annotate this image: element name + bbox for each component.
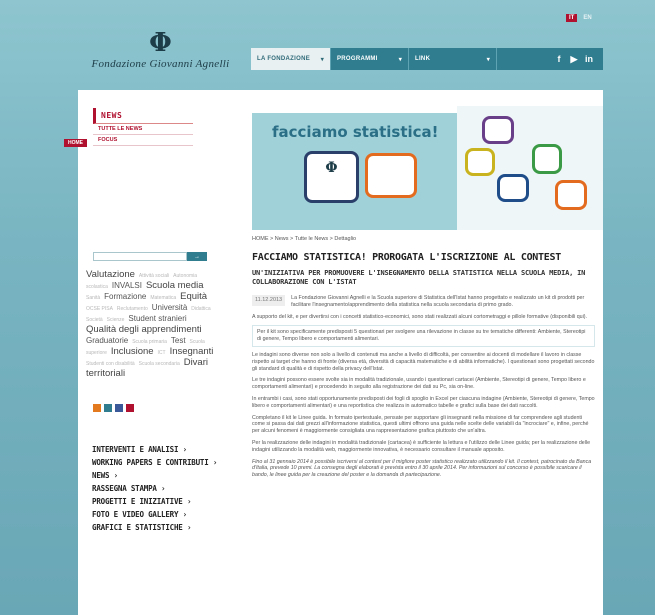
sidebar-menu: INTERVENTI E ANALISI › WORKING PAPERS E C…: [92, 443, 222, 534]
donut-icon: [555, 180, 587, 210]
sidebar-menu-item[interactable]: INTERVENTI E ANALISI ›: [92, 443, 222, 456]
page-title: FACCIAMO STATISTICA! PROROGATA L'ISCRIZI…: [252, 252, 561, 263]
tag-link[interactable]: ICT: [158, 350, 166, 356]
search-button[interactable]: →: [187, 252, 207, 261]
linkedin-icon[interactable]: in: [583, 53, 595, 65]
article-date: 11.12.2013: [252, 295, 286, 306]
sidebar-menu-item[interactable]: FOTO E VIDEO GALLERY ›: [92, 508, 222, 521]
news-section: NEWS TUTTE LE NEWS FOCUS: [93, 108, 193, 146]
share-icon[interactable]: [104, 404, 112, 412]
article-paragraph: Le indagini sono diverse non solo a live…: [252, 351, 595, 372]
nav-item-label: LINK: [415, 56, 431, 62]
article-paragraph: Per il kit sono specificamente predispos…: [252, 325, 595, 347]
news-link-all[interactable]: TUTTE LE NEWS: [93, 124, 193, 135]
youtube-icon[interactable]: ▶: [568, 53, 580, 65]
search-bar: →: [93, 252, 207, 261]
chart-icon: [482, 116, 514, 144]
tag-link[interactable]: Inclusione: [111, 346, 154, 357]
pie-icon: [465, 148, 495, 176]
facebook-icon[interactable]: [115, 404, 123, 412]
home-tag[interactable]: HOME: [64, 139, 87, 147]
tag-link[interactable]: Insegnanti: [170, 346, 214, 357]
tag-link[interactable]: Graduatorie: [86, 336, 128, 345]
feed-icons: [93, 404, 134, 412]
tag-link[interactable]: Matematica: [150, 295, 176, 301]
nav-item-fondazione[interactable]: LA FONDAZIONE ▾: [251, 48, 331, 70]
tag-link[interactable]: Scuola media: [146, 280, 204, 291]
chevron-down-icon: ▾: [398, 56, 402, 63]
nav-item-label: PROGRAMMI: [337, 56, 378, 62]
nav-item-programmi[interactable]: PROGRAMMI ▾: [331, 48, 409, 70]
tag-link[interactable]: INVALSI: [112, 281, 142, 290]
site-logo[interactable]: Φ Fondazione Giovanni Agnelli: [78, 30, 243, 70]
article-paragraph: Per la realizzazione delle indagini in m…: [252, 439, 591, 453]
chevron-down-icon: ▾: [486, 56, 490, 63]
hero-banner: facciamo statistica! Φ: [252, 106, 603, 231]
article-paragraph: Completano il kit le Linee guida. In for…: [252, 414, 589, 435]
logo-mark: Φ: [325, 160, 338, 176]
sidebar-menu-item[interactable]: PROGETTI E INIZIATIVE ›: [92, 495, 222, 508]
main-nav: LA FONDAZIONE ▾ PROGRAMMI ▾ LINK ▾ f ▶ i…: [251, 48, 603, 70]
search-input[interactable]: [93, 252, 187, 261]
article-text: La Fondazione Giovanni Agnelli e la Scuo…: [291, 295, 585, 308]
rss-icon[interactable]: [93, 404, 101, 412]
tag-link[interactable]: Valutazione: [86, 269, 135, 280]
bar-chart-icon: [497, 174, 529, 202]
banner-title: facciamo statistica!: [272, 123, 439, 141]
article-subtitle: UN'INIZIATIVA PER PROMUOVERE L'INSEGNAME…: [252, 269, 586, 286]
sidebar-menu-item[interactable]: WORKING PAPERS E CONTRIBUTI ›: [92, 456, 222, 469]
logo-mark: Φ: [149, 28, 172, 58]
tag-link[interactable]: OCSE PISA: [86, 306, 113, 312]
tag-link[interactable]: Didattica: [191, 306, 210, 312]
tag-link[interactable]: Studenti con disabilità: [86, 361, 135, 367]
breadcrumb[interactable]: HOME > News > Tutte le News > Dettaglio: [252, 236, 595, 242]
article-paragraph: Fino al 31 gennaio 2014 è possibile iscr…: [252, 458, 592, 479]
tag-link[interactable]: Società: [86, 317, 103, 323]
mail-icon[interactable]: [126, 404, 134, 412]
article-paragraph: Le tre indagini possono essere svolte si…: [252, 377, 586, 391]
logo-name: Fondazione Giovanni Agnelli: [91, 58, 230, 70]
sidebar-menu-item[interactable]: RASSEGNA STAMPA ›: [92, 482, 222, 495]
news-title: NEWS: [93, 108, 193, 124]
tag-cloud: Valutazione Attività sociali Autonomia s…: [86, 270, 216, 380]
tag-link[interactable]: Equità: [180, 291, 207, 302]
sidebar-menu-item[interactable]: GRAFICI E STATISTICHE ›: [92, 521, 222, 534]
article: HOME > News > Tutte le News > Dettaglio …: [252, 236, 595, 484]
tag-link[interactable]: Sanità: [86, 295, 100, 301]
language-switcher: IT EN: [566, 14, 595, 22]
tag-link[interactable]: Test: [171, 336, 186, 345]
tag-link[interactable]: Scienze: [107, 317, 125, 323]
nav-item-link[interactable]: LINK ▾: [409, 48, 497, 70]
infographic-box: [457, 106, 603, 230]
tag-link[interactable]: Qualità degli apprendimenti: [86, 324, 202, 335]
tag-link[interactable]: Formazione: [104, 292, 146, 301]
tag-link[interactable]: Attività sociali: [139, 273, 169, 279]
nav-item-label: LA FONDAZIONE: [257, 56, 311, 62]
article-paragraph: 11.12.2013 La Fondazione Giovanni Agnell…: [252, 295, 595, 309]
sidebar-menu-item[interactable]: NEWS ›: [92, 469, 222, 482]
social-links: f ▶ in: [553, 53, 603, 65]
lang-en-button[interactable]: EN: [580, 14, 594, 22]
article-paragraph: In entrambi i casi, sono stati opportuna…: [252, 395, 595, 409]
chevron-down-icon: ▾: [320, 56, 324, 63]
tag-link[interactable]: Scuola secondaria: [139, 361, 180, 367]
tag-link[interactable]: Università: [152, 303, 188, 312]
article-paragraph: A supporto del kit, e per divertirsi con…: [252, 313, 588, 320]
lang-it-button[interactable]: IT: [566, 14, 578, 22]
tag-link[interactable]: Reclutamento: [117, 306, 148, 312]
news-link-focus[interactable]: FOCUS: [93, 135, 193, 146]
facebook-icon[interactable]: f: [553, 53, 565, 65]
tag-link[interactable]: Student stranieri: [128, 314, 186, 323]
speech-bubble-icon: [365, 153, 417, 198]
tag-link[interactable]: Scuola primaria: [132, 339, 167, 345]
line-chart-icon: [532, 144, 562, 174]
speech-bubble-icon: Φ: [304, 151, 359, 203]
